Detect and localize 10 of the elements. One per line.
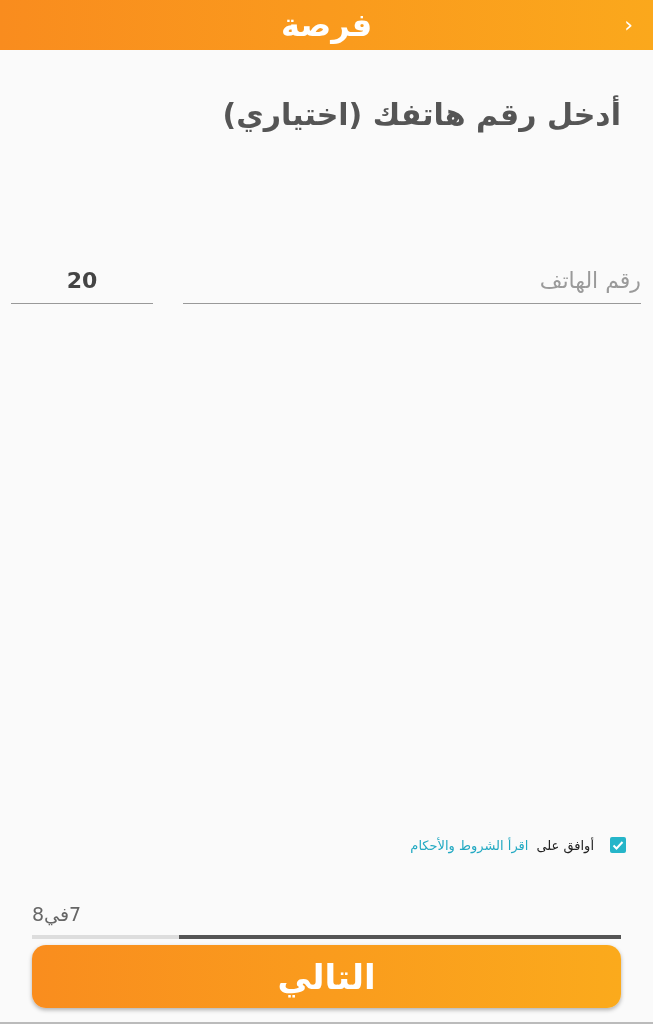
next-button[interactable]: التالي bbox=[32, 945, 621, 1008]
country-code-field[interactable]: 20 bbox=[11, 262, 153, 304]
terms-link[interactable]: اقرأ الشروط والأحكام bbox=[410, 837, 529, 853]
page-title: أدخل رقم هاتفك (اختياري) bbox=[221, 94, 621, 135]
checkbox[interactable] bbox=[610, 837, 626, 853]
terms-label: أوافق على bbox=[536, 837, 594, 853]
back-button[interactable]: ‹ bbox=[624, 12, 633, 37]
progress-text: 7في8 bbox=[32, 903, 83, 928]
logo: فرصة bbox=[280, 5, 373, 46]
phone-field[interactable]: رقم الهاتف bbox=[183, 262, 641, 304]
